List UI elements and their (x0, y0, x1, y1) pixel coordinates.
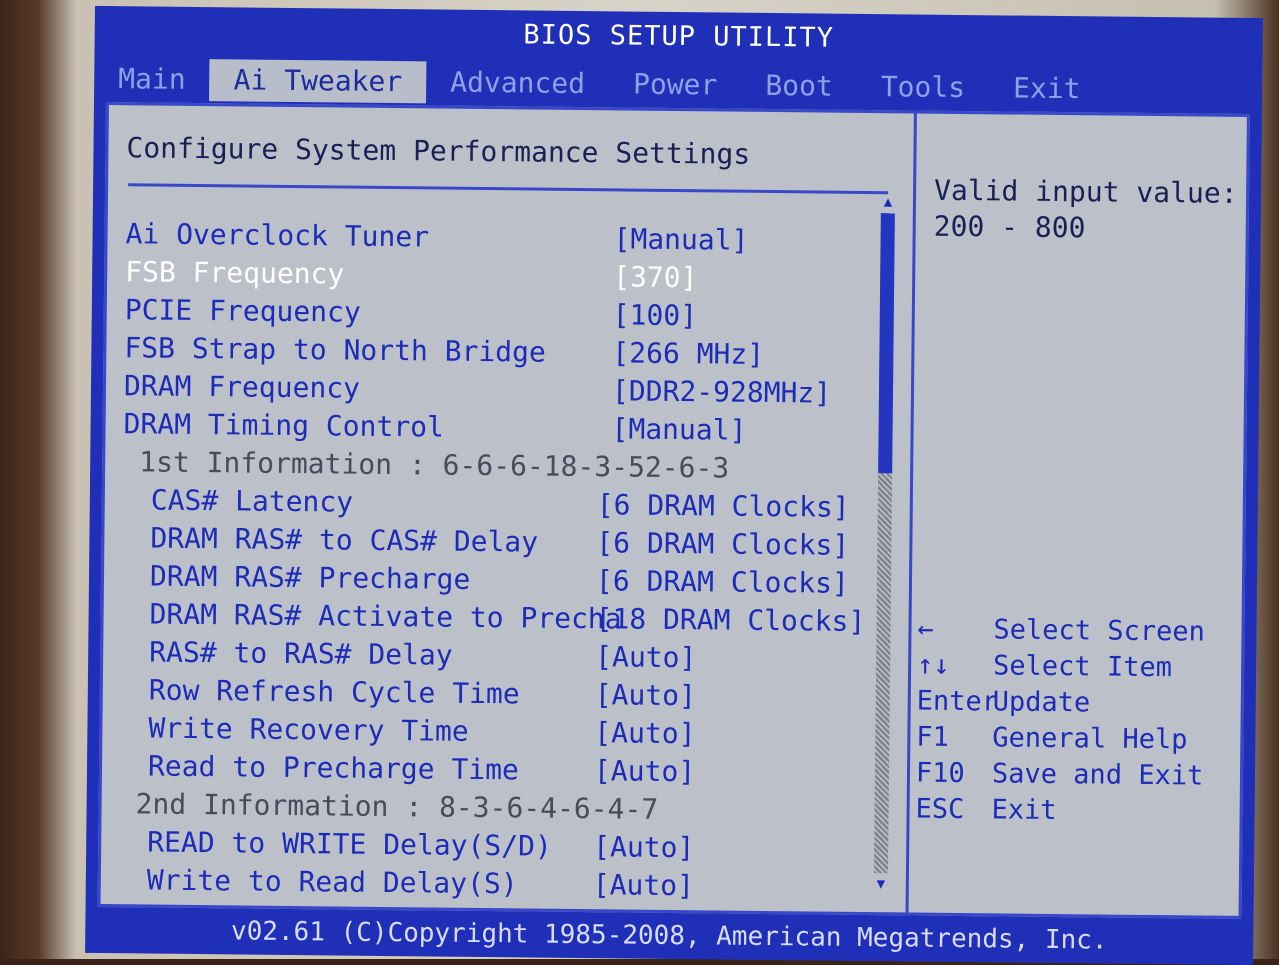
key-select-item: ↑↓ Select Item (911, 649, 1241, 688)
info-label: 1st Information : 6-6-6-18-3-52-6-3 (139, 445, 730, 485)
setting-ras-activate-to-precharge[interactable]: DRAM RAS# Activate to Precha [18 DRAM Cl… (149, 598, 939, 642)
help-text: Valid input value: (933, 173, 1238, 210)
second-information: 2nd Information : 8-3-6-4-6-4-7 (135, 787, 925, 831)
scroll-thumb[interactable] (878, 213, 895, 474)
setting-value: [Manual] (613, 222, 749, 257)
scroll-down-arrow-icon[interactable]: ▼ (874, 875, 888, 893)
key-name: F1 (916, 721, 950, 753)
setting-label: FSB Frequency (125, 255, 345, 291)
key-select-screen: ← Select Screen (911, 613, 1241, 652)
setting-label: PCIE Frequency (124, 293, 361, 329)
setting-ras-to-cas-delay[interactable]: DRAM RAS# to CAS# Delay [6 DRAM Clocks] (150, 522, 940, 566)
setting-fsb-frequency[interactable]: FSB Frequency [370] (125, 255, 915, 299)
setting-write-recovery-time[interactable]: Write Recovery Time [Auto] (148, 712, 938, 756)
setting-dram-frequency[interactable]: DRAM Frequency [DDR2-928MHz] (124, 369, 914, 413)
setting-label: Write Recovery Time (148, 711, 469, 748)
tab-ai-tweaker[interactable]: Ai Tweaker (209, 59, 427, 104)
setting-value: [6 DRAM Clocks] (595, 564, 850, 600)
help-range: 200 - 800 (933, 209, 1086, 245)
help-pane: Valid input value: 200 - 800 ← Select Sc… (909, 114, 1247, 916)
bios-screen: BIOS SETUP UTILITY Main Ai Tweaker Advan… (85, 5, 1263, 965)
tab-exit[interactable]: Exit (989, 67, 1105, 110)
title-divider (128, 183, 889, 195)
setting-label: DRAM Frequency (123, 369, 361, 405)
key-description: Select Item (992, 650, 1173, 684)
setting-read-to-write-delay[interactable]: READ to WRITE Delay(S/D) [Auto] (147, 826, 937, 870)
key-description: Update (992, 686, 1091, 719)
info-label: 2nd Information : 8-3-6-4-6-4-7 (135, 787, 659, 826)
setting-value: [Auto] (594, 716, 696, 751)
setting-value: [6 DRAM Clocks] (596, 488, 850, 524)
key-name: ESC (915, 793, 965, 826)
setting-label: DRAM RAS# Precharge (149, 559, 471, 596)
tab-power[interactable]: Power (609, 63, 742, 106)
setting-label: READ to WRITE Delay(S/D) (147, 825, 552, 863)
key-legend: ← Select Screen ↑↓ Select Item Enter Upd… (912, 613, 1242, 826)
key-update: Enter Update (911, 685, 1241, 724)
setting-ras-precharge[interactable]: DRAM RAS# Precharge [6 DRAM Clocks] (150, 560, 940, 604)
setting-value: [Auto] (594, 678, 697, 713)
setting-read-to-precharge-time[interactable]: Read to Precharge Time [Auto] (148, 750, 938, 794)
setting-value: [18 DRAM Clocks] (595, 602, 866, 639)
settings-panel: Configure System Performance Settings Ai… (97, 102, 1250, 919)
setting-write-to-read-delay[interactable]: Write to Read Delay(S) [Auto] (147, 864, 937, 908)
setting-value: [Auto] (593, 830, 695, 865)
setting-label: FSB Strap to North Bridge (124, 331, 546, 369)
settings-list-pane: Configure System Performance Settings Ai… (100, 105, 917, 913)
tab-main[interactable]: Main (94, 58, 210, 101)
setting-ai-overclock-tuner[interactable]: Ai Overclock Tuner [Manual] (125, 217, 915, 261)
setting-label: Write to Read Delay(S) (146, 863, 518, 901)
key-description: Exit (991, 794, 1057, 827)
key-save-exit: F10 Save and Exit (910, 757, 1240, 796)
setting-value: [100] (612, 298, 698, 333)
first-information: 1st Information : 6-6-6-18-3-52-6-3 (139, 445, 929, 489)
key-description: General Help (992, 722, 1188, 756)
key-description: Save and Exit (991, 758, 1204, 792)
tab-boot[interactable]: Boot (741, 65, 857, 108)
key-exit: ESC Exit (909, 793, 1239, 832)
key-name: Enter (916, 685, 999, 718)
setting-dram-timing-control[interactable]: DRAM Timing Control [Manual] (123, 407, 913, 451)
setting-row-refresh-cycle-time[interactable]: Row Refresh Cycle Time [Auto] (149, 674, 939, 718)
setting-ras-to-ras-delay[interactable]: RAS# to RAS# Delay [Auto] (149, 636, 939, 680)
setting-label: DRAM RAS# to CAS# Delay (150, 521, 539, 559)
setting-value: [266 MHz] (612, 336, 765, 371)
setting-label: Row Refresh Cycle Time (148, 673, 520, 711)
setting-value: [370] (613, 260, 698, 295)
setting-value: [Auto] (592, 868, 695, 903)
setting-label: Read to Precharge Time (147, 749, 520, 787)
scroll-up-arrow-icon[interactable]: ▲ (881, 193, 895, 211)
setting-value: [Auto] (595, 640, 697, 675)
key-name: F10 (915, 757, 965, 790)
setting-label: DRAM RAS# Activate to Precha (149, 597, 622, 636)
tab-advanced[interactable]: Advanced (426, 61, 609, 105)
key-description: Select Screen (993, 614, 1205, 648)
setting-label: CAS# Latency (150, 483, 354, 519)
key-general-help: F1 General Help (910, 721, 1240, 760)
setting-value: [DDR2-928MHz] (611, 374, 832, 410)
panel-title: Configure System Performance Settings (126, 131, 751, 171)
setting-value: [Auto] (593, 754, 696, 789)
setting-cas-latency[interactable]: CAS# Latency [6 DRAM Clocks] (151, 484, 941, 528)
tab-tools[interactable]: Tools (857, 66, 990, 109)
setting-value: [Manual] (611, 412, 747, 447)
setting-fsb-strap[interactable]: FSB Strap to North Bridge [266 MHz] (124, 331, 914, 375)
setting-label: Ai Overclock Tuner (125, 217, 430, 254)
left-arrow-icon: ← (917, 613, 934, 645)
up-down-arrow-icon: ↑↓ (916, 649, 950, 681)
setting-label: RAS# to RAS# Delay (149, 635, 453, 672)
setting-value: [6 DRAM Clocks] (596, 526, 850, 562)
setting-label: DRAM Timing Control (123, 407, 445, 444)
setting-pcie-frequency[interactable]: PCIE Frequency [100] (125, 293, 915, 337)
